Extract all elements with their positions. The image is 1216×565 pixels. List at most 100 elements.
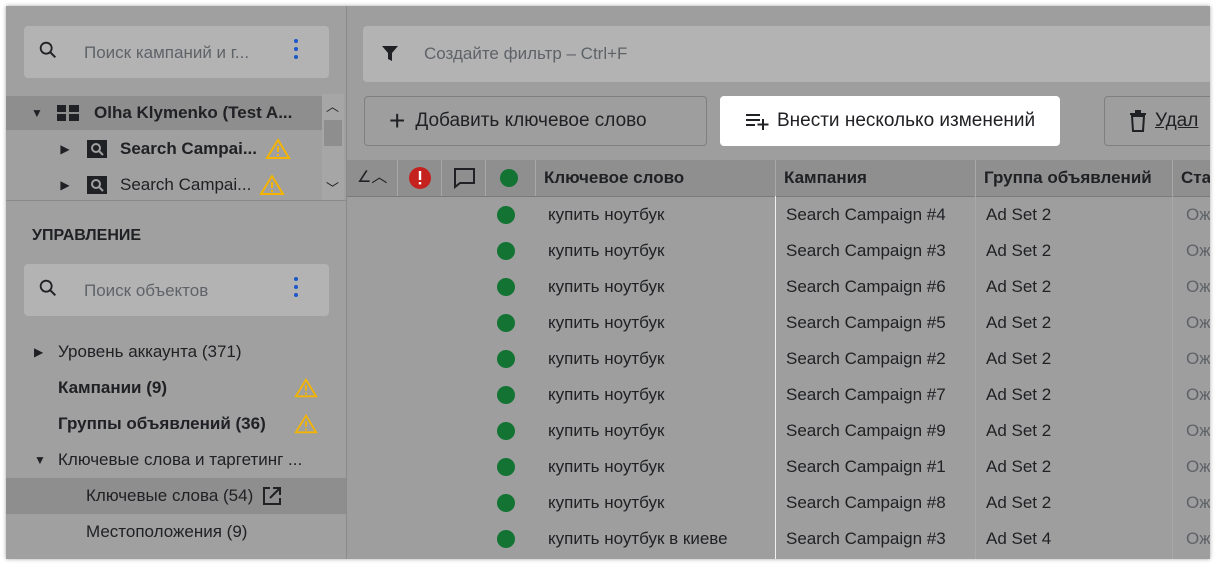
table-row[interactable]: купить ноутбук Search Campaign #6 Ad Set 2… (347, 269, 1210, 305)
keyword-cell[interactable]: купить ноутбук (548, 377, 774, 413)
table-row[interactable]: купить ноутбук Search Campaign #4 Ad Set 2… (347, 197, 1210, 233)
ad-group-cell[interactable]: Ad Set 2 (986, 449, 1171, 485)
status-dot-icon[interactable] (497, 422, 515, 440)
campaign-cell[interactable]: Search Campaign #4 (786, 197, 974, 233)
ad-group-cell[interactable]: Ad Set 2 (986, 269, 1171, 305)
nav-ad-groups[interactable]: Группы объявлений (36) (6, 406, 346, 442)
ad-group-cell[interactable]: Ad Set 4 (986, 521, 1171, 557)
column-keyword[interactable]: Ключевое слово (535, 160, 775, 196)
caret-down-icon[interactable]: ▼ (30, 106, 44, 120)
ad-group-cell[interactable]: Ad Set 2 (986, 485, 1171, 521)
search-icon (39, 41, 57, 59)
open-in-new-icon[interactable] (261, 485, 283, 507)
table-row[interactable]: купить ноутбук Search Campaign #1 Ad Set 2… (347, 449, 1210, 485)
add-keyword-button[interactable]: + Добавить ключевое слово (364, 96, 707, 146)
status-dot-icon[interactable] (497, 494, 515, 512)
nav-account-level[interactable]: ▶ Уровень аккаунта (371) (6, 334, 346, 370)
account-row[interactable]: ▼ Olha Klymenko (Test A... (6, 96, 322, 130)
nav-label: Кампании (9) (58, 378, 168, 397)
scroll-down-icon[interactable]: ﹀ (326, 178, 339, 197)
nav-locations[interactable]: Местоположения (9) (6, 514, 346, 550)
more-options-icon[interactable] (292, 39, 300, 65)
filter-bar[interactable]: Создайте фильтр – Ctrl+F (363, 26, 1210, 82)
keyword-cell[interactable]: купить ноутбук (548, 413, 774, 449)
ad-group-cell[interactable]: Ad Set 2 (986, 197, 1171, 233)
campaign-cell[interactable]: Search Campaign #9 (786, 413, 974, 449)
app-window: Поиск кампаний и г... ▼ Olha Klymenko (T… (6, 6, 1210, 559)
table-row[interactable]: купить ноутбук Search Campaign #2 Ad Set 2… (347, 341, 1210, 377)
object-search-input[interactable]: Поиск объектов (84, 281, 208, 301)
keyword-cell[interactable]: купить ноутбук (548, 269, 774, 305)
caret-down-icon[interactable]: ▼ (34, 453, 48, 467)
campaign-cell[interactable]: Search Campaign #3 (786, 521, 974, 557)
nav-keywords[interactable]: Ключевые слова (54) (6, 478, 346, 514)
keyword-cell[interactable]: купить ноутбук в киеве (548, 521, 774, 557)
campaign-cell[interactable]: Search Campaign #5 (786, 305, 974, 341)
status-dot-icon[interactable] (497, 386, 515, 404)
delete-button[interactable]: Удал (1104, 96, 1210, 146)
campaign-cell[interactable]: Search Campaign #7 (786, 377, 974, 413)
table-row[interactable]: купить ноутбук Search Campaign #8 Ad Set 2… (347, 485, 1210, 521)
status-dot-icon[interactable] (497, 314, 515, 332)
error-column[interactable] (397, 160, 441, 196)
more-options-icon[interactable] (292, 277, 300, 303)
column-ad-group[interactable]: Группа объявлений (975, 160, 1172, 196)
bulk-edit-button[interactable]: Внести несколько изменений (720, 96, 1060, 146)
ad-group-cell[interactable]: Ad Set 2 (986, 233, 1171, 269)
column-campaign[interactable]: Кампания (775, 160, 975, 196)
keyword-cell[interactable]: купить ноутбук (548, 341, 774, 377)
warning-icon[interactable] (259, 174, 286, 196)
status-dot-icon[interactable] (497, 530, 515, 548)
caret-right-icon[interactable]: ▶ (58, 178, 72, 192)
trash-icon (1130, 110, 1146, 132)
campaign-cell[interactable]: Search Campaign #8 (786, 485, 974, 521)
warning-icon[interactable] (294, 413, 318, 435)
campaign-cell[interactable]: Search Campaign #2 (786, 341, 974, 377)
nav-campaigns[interactable]: Кампании (9) (6, 370, 346, 406)
scrollbar-thumb[interactable] (324, 120, 342, 146)
campaign-row-2[interactable]: ▶ Search Campai... (6, 168, 286, 202)
bulk-edit-label: Внести несколько изменений (777, 110, 1036, 131)
status-column[interactable] (485, 160, 535, 196)
table-row[interactable]: купить ноутбук Search Campaign #5 Ad Set 2… (347, 305, 1210, 341)
warning-icon[interactable] (265, 138, 291, 160)
caret-right-icon[interactable]: ▶ (58, 142, 72, 156)
table-row[interactable]: купить ноутбук Search Campaign #9 Ad Set 2… (347, 413, 1210, 449)
table-row[interactable]: купить ноутбук Search Campaign #7 Ad Set 2… (347, 377, 1210, 413)
status-dot-icon[interactable] (497, 206, 515, 224)
keyword-cell[interactable]: купить ноутбук (548, 305, 774, 341)
campaign-search-box[interactable]: Поиск кампаний и г... (24, 26, 329, 78)
account-grid-icon (57, 105, 79, 121)
campaign-cell[interactable]: Search Campaign #3 (786, 233, 974, 269)
sort-column-icon[interactable]: ∠︿ (347, 160, 397, 196)
keyword-cell[interactable]: купить ноутбук (548, 197, 774, 233)
campaign-row-1[interactable]: ▶ Search Campai... (6, 132, 291, 166)
table-row[interactable]: купить ноутбук в киеве Search Campaign #3… (347, 521, 1210, 557)
keyword-cell[interactable]: купить ноутбук (548, 233, 774, 269)
caret-right-icon[interactable]: ▶ (34, 345, 48, 359)
status-dot-icon[interactable] (497, 278, 515, 296)
comment-column[interactable] (441, 160, 485, 196)
ad-group-cell[interactable]: Ad Set 2 (986, 341, 1171, 377)
search-campaign-icon (87, 176, 107, 194)
status-dot-icon[interactable] (497, 242, 515, 260)
column-status[interactable]: Стат (1172, 160, 1210, 196)
keyword-cell[interactable]: купить ноутбук (548, 449, 774, 485)
keyword-cell[interactable]: купить ноутбук (548, 485, 774, 521)
ad-group-cell[interactable]: Ad Set 2 (986, 377, 1171, 413)
tree-scrollbar[interactable]: ︿ ﹀ (322, 94, 344, 200)
status-dot-icon[interactable] (497, 458, 515, 476)
filter-input[interactable]: Создайте фильтр – Ctrl+F (424, 44, 627, 64)
warning-icon[interactable] (294, 377, 318, 399)
status-dot-icon[interactable] (497, 350, 515, 368)
campaign-cell[interactable]: Search Campaign #6 (786, 269, 974, 305)
status-cell: Ожи (1186, 313, 1210, 332)
ad-group-cell[interactable]: Ad Set 2 (986, 305, 1171, 341)
object-search-box[interactable]: Поиск объектов (24, 264, 329, 316)
campaign-cell[interactable]: Search Campaign #1 (786, 449, 974, 485)
campaign-search-input[interactable]: Поиск кампаний и г... (84, 43, 249, 63)
scroll-up-icon[interactable]: ︿ (326, 96, 339, 115)
ad-group-cell[interactable]: Ad Set 2 (986, 413, 1171, 449)
nav-keywords-targeting[interactable]: ▼ Ключевые слова и таргетинг ... (6, 442, 346, 478)
table-row[interactable]: купить ноутбук Search Campaign #3 Ad Set 2… (347, 233, 1210, 269)
